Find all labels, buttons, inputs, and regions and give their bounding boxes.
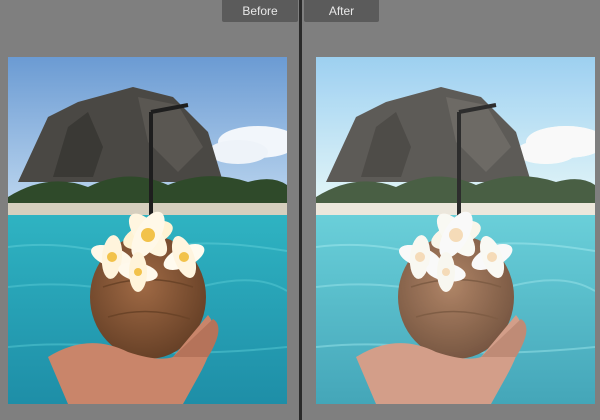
before-pane: Before (0, 0, 299, 420)
before-label[interactable]: Before (222, 0, 298, 22)
after-photo-image (316, 57, 595, 404)
before-photo-image (8, 57, 287, 404)
before-photo[interactable] (8, 57, 287, 404)
after-photo[interactable] (316, 57, 595, 404)
after-label[interactable]: After (304, 0, 379, 22)
after-pane: After (302, 0, 600, 420)
compare-workspace: Before After (0, 0, 600, 420)
